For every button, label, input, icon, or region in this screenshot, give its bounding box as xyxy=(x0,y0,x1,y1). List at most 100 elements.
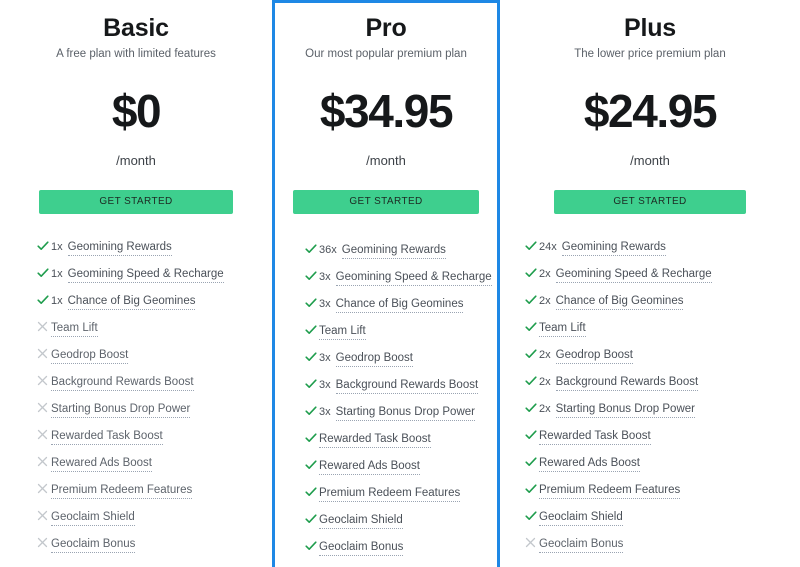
plan-card-pro: Pro Our most popular premium plan $34.95/m… xyxy=(272,0,500,567)
feature-quantity: 36x xyxy=(319,243,337,256)
feature-label: Geomining Rewards xyxy=(561,240,666,256)
plan-billing-period: /month xyxy=(630,152,670,168)
feature-label: Geoclaim Bonus xyxy=(539,537,624,553)
check-icon xyxy=(305,405,319,417)
check-icon xyxy=(305,513,319,525)
feature-label: Background Rewards Boost xyxy=(555,375,699,391)
check-icon xyxy=(305,540,319,552)
feature-item: Geoclaim Bonus xyxy=(37,537,272,564)
check-icon xyxy=(525,348,539,360)
cross-icon xyxy=(37,321,51,332)
feature-item: 3x Starting Bonus Drop Power xyxy=(305,405,497,432)
plan-price: $34.95 xyxy=(319,84,454,137)
feature-label: Rewarded Task Boost xyxy=(539,429,651,445)
check-icon xyxy=(525,483,539,495)
plan-price: $0 xyxy=(111,84,162,137)
cross-icon xyxy=(37,537,51,548)
feature-label: Geomining Rewards xyxy=(67,240,172,256)
feature-item: Geoclaim Bonus xyxy=(305,540,497,567)
feature-label: Geomining Rewards xyxy=(341,243,446,259)
check-icon xyxy=(525,402,539,414)
feature-item: Rewarded Task Boost xyxy=(525,429,800,456)
check-icon xyxy=(305,351,319,363)
check-icon xyxy=(305,486,319,498)
feature-label: Geoclaim Shield xyxy=(51,510,135,526)
feature-label: Premium Redeem Features xyxy=(51,483,193,499)
feature-item: Geodrop Boost xyxy=(37,348,272,375)
feature-quantity: 3x xyxy=(319,378,331,391)
feature-quantity: 2x xyxy=(539,348,551,361)
check-icon xyxy=(525,375,539,387)
feature-quantity: 3x xyxy=(319,351,331,364)
feature-quantity: 1x xyxy=(51,240,63,253)
plan-tagline: Our most popular premium plan xyxy=(305,47,467,60)
check-icon xyxy=(525,294,539,306)
cta-row: GET STARTED xyxy=(500,189,800,214)
check-icon xyxy=(37,294,51,306)
feature-label: Chance of Big Geomines xyxy=(67,294,196,310)
cross-icon xyxy=(37,483,51,494)
check-icon xyxy=(305,459,319,471)
check-icon xyxy=(305,324,319,336)
feature-item: 36x Geomining Rewards xyxy=(305,243,497,270)
plan-card-basic: Basic A free plan with limited features $0… xyxy=(0,0,272,567)
check-icon xyxy=(37,267,51,279)
feature-label: Rewared Ads Boost xyxy=(51,456,153,472)
feature-label: Rewared Ads Boost xyxy=(539,456,641,472)
cta-row: GET STARTED xyxy=(275,189,497,214)
feature-item: 2x Starting Bonus Drop Power xyxy=(525,402,800,429)
feature-quantity: 3x xyxy=(319,297,331,310)
feature-item: 2x Geomining Speed & Recharge xyxy=(525,267,800,294)
cross-icon xyxy=(37,510,51,521)
feature-item: Team Lift xyxy=(525,321,800,348)
feature-list: 24x Geomining Rewards 2x Geomining Speed & … xyxy=(500,240,800,564)
feature-label: Geoclaim Shield xyxy=(539,510,623,526)
cross-icon xyxy=(37,429,51,440)
feature-label: Geodrop Boost xyxy=(335,351,413,367)
cta-row: GET STARTED xyxy=(0,189,272,214)
plan-billing-period: /month xyxy=(366,152,406,168)
feature-label: Team Lift xyxy=(539,321,586,337)
plan-tagline: A free plan with limited features xyxy=(56,47,216,60)
feature-item: Rewared Ads Boost xyxy=(305,459,497,486)
feature-quantity: 24x xyxy=(539,240,557,253)
feature-item: 24x Geomining Rewards xyxy=(525,240,800,267)
feature-label: Team Lift xyxy=(51,321,98,337)
feature-item: Rewarded Task Boost xyxy=(37,429,272,456)
get-started-button-plus[interactable]: GET STARTED xyxy=(554,189,746,214)
feature-label: Background Rewards Boost xyxy=(335,378,479,394)
feature-quantity: 2x xyxy=(539,267,551,280)
plan-card-plus: Plus The lower price premium plan $24.95/m… xyxy=(500,0,800,567)
plan-name: Basic xyxy=(103,14,169,42)
check-icon xyxy=(305,432,319,444)
feature-label: Starting Bonus Drop Power xyxy=(335,405,475,421)
check-icon xyxy=(305,270,319,282)
get-started-button-pro[interactable]: GET STARTED xyxy=(293,189,479,214)
get-started-button-basic[interactable]: GET STARTED xyxy=(39,189,233,214)
feature-item: Team Lift xyxy=(305,324,497,351)
feature-item: Team Lift xyxy=(37,321,272,348)
feature-label: Premium Redeem Features xyxy=(539,483,681,499)
check-icon xyxy=(525,429,539,441)
feature-item: Premium Redeem Features xyxy=(305,486,497,513)
feature-label: Team Lift xyxy=(319,324,366,340)
cross-icon xyxy=(37,402,51,413)
feature-item: 3x Geodrop Boost xyxy=(305,351,497,378)
feature-label: Geodrop Boost xyxy=(51,348,129,364)
feature-item: 2x Geodrop Boost xyxy=(525,348,800,375)
check-icon xyxy=(37,240,51,252)
plan-billing-period: /month xyxy=(116,152,156,168)
feature-label: Background Rewards Boost xyxy=(51,375,194,391)
check-icon xyxy=(305,243,319,255)
feature-item: 1x Geomining Speed & Recharge xyxy=(37,267,272,294)
feature-label: Rewared Ads Boost xyxy=(319,459,421,475)
feature-label: Rewarded Task Boost xyxy=(319,432,431,448)
feature-item: Starting Bonus Drop Power xyxy=(37,402,272,429)
feature-label: Starting Bonus Drop Power xyxy=(555,402,695,418)
feature-list: 36x Geomining Rewards 3x Geomining Speed & … xyxy=(275,243,497,567)
feature-list: 1x Geomining Rewards 1x Geomining Speed & R… xyxy=(0,240,272,564)
feature-quantity: 1x xyxy=(51,267,63,280)
plan-header: Basic A free plan with limited features xyxy=(0,8,272,62)
feature-label: Geomining Speed & Recharge xyxy=(335,270,492,286)
check-icon xyxy=(305,378,319,390)
